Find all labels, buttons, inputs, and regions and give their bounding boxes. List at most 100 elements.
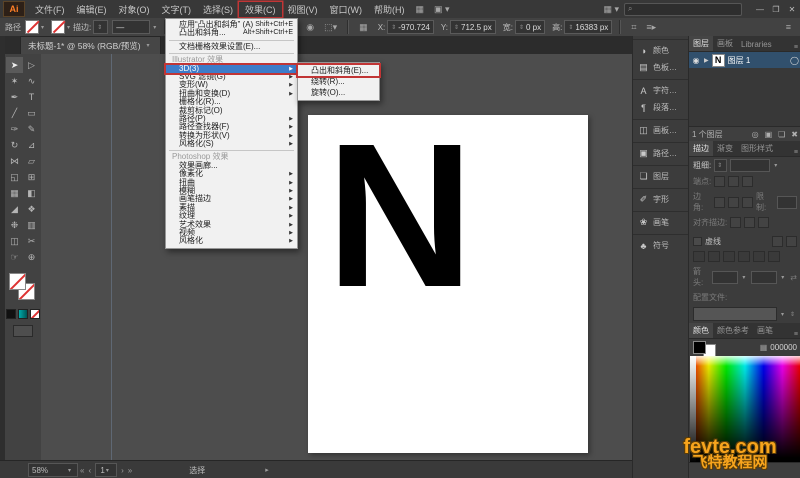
width-tool[interactable]: ⋈ [6,153,23,169]
stroke-panel-menu-icon[interactable]: ≡ [794,149,800,156]
dock-item-color[interactable]: ◑ 颜色 [633,39,689,59]
menu-object[interactable]: 对象(O) [113,2,156,17]
preferences-icon[interactable]: ⬚▾ [319,22,342,33]
menu-help[interactable]: 帮助(H) [368,2,411,17]
align-center-button[interactable] [730,217,742,228]
color-chip[interactable] [6,309,16,319]
effect-menu-item-1[interactable]: 凸出和斜角... Alt+Shift+Ctrl+E [166,28,297,37]
menu-select[interactable]: 选择(S) [197,2,239,17]
color-tab-2[interactable]: 画笔 [753,323,777,338]
minimize-button[interactable]: — [752,5,768,14]
dock-item-layers[interactable]: ❏ 图层 [633,165,689,185]
artboard[interactable]: N [308,101,588,453]
document-tab[interactable]: 未标题-1* @ 58% (RGB/预览) ▾ [20,36,161,54]
transform-field-value-1[interactable]: ⇕ 712.5 px [450,20,496,34]
layers-tab-0[interactable]: 图层 [689,36,713,51]
artboard-number-field[interactable]: 1 ▾ [95,463,118,477]
round-join-button[interactable] [728,196,740,208]
effect-menu-item-27[interactable]: 风格化 ▶ [166,236,297,245]
dock-item-pathfinder[interactable]: ▣ 路径… [633,142,689,162]
dashed-checkbox[interactable] [693,237,702,246]
submenu-item-1[interactable]: 绕转(R)... [298,76,379,87]
layers-panel-menu-icon[interactable]: ≡ [794,44,800,51]
effect-menu-item-3[interactable]: 文档栅格效果设置(E)... [166,42,297,51]
prev-artboard-icon[interactable]: ‹ [88,466,91,475]
bevel-join-button[interactable] [742,196,753,208]
align-icon[interactable]: ≡▸ [641,22,661,33]
dash-preset-2[interactable] [786,236,797,247]
expand-triangle-icon[interactable]: ▶ [704,57,709,64]
shape-builder-tool[interactable]: ◱ [6,169,23,185]
stroke-weight-field[interactable]: ⇕ [93,20,109,34]
vertical-guide[interactable] [111,54,112,460]
new-layer-icon[interactable]: ❏ [778,130,785,139]
miter-join-button[interactable] [714,196,726,208]
stroke-swatch[interactable] [51,20,66,34]
submenu-item-2[interactable]: 旋转(O)... [298,87,379,98]
gap-field[interactable] [768,251,780,262]
visibility-eye-icon[interactable]: ◉ [691,56,701,65]
close-button[interactable]: ✕ [784,5,800,14]
hand-tool[interactable]: ☞ [6,249,23,265]
align-inside-button[interactable] [744,217,756,228]
align-grid-icon[interactable]: ▦ [354,22,373,33]
butt-cap-button[interactable] [714,176,726,187]
weight-dropdown-icon[interactable]: ▾ [774,162,777,169]
lasso-tool[interactable]: ∿ [23,73,40,89]
layers-tab-2[interactable]: Libraries [737,38,776,51]
layer-thumbnail[interactable]: N [711,53,725,67]
weight-stepper[interactable]: ⇕ [714,159,728,172]
maximize-button[interactable]: ❐ [768,5,784,14]
eyedropper-tool[interactable]: ◢ [6,201,23,217]
profile-flip-icons[interactable]: ⇕ [790,311,795,318]
gap-field[interactable] [708,251,720,262]
menu-type[interactable]: 文字(T) [156,2,198,17]
rectangle-tool[interactable]: ▭ [23,105,40,121]
zoom-level-dropdown[interactable]: 58% ▾ [28,463,78,477]
transform-field-value-2[interactable]: ⇕ 0 px [514,20,546,34]
align-outside-button[interactable] [758,217,770,228]
arrow-start-dropdown[interactable] [712,270,739,284]
mesh-tool[interactable]: ▦ [6,185,23,201]
weight-dropdown[interactable] [730,159,771,172]
type-tool[interactable]: T [23,89,40,105]
effect-menu-item-15[interactable]: 风格化(S) ▶ [166,139,297,148]
direct-selection-tool[interactable]: ▷ [23,57,40,73]
swap-arrows-icon[interactable]: ⇄ [790,273,797,282]
gradient-tool[interactable]: ◧ [23,185,40,201]
dock-item-brushes[interactable]: ❀ 画笔 [633,211,689,231]
last-artboard-icon[interactable]: » [128,466,132,475]
stroke-dropdown-icon[interactable]: ▾ [67,24,70,31]
arrow-end-dropdown[interactable] [751,270,778,284]
menu-edit[interactable]: 编辑(E) [71,2,113,17]
search-input[interactable]: ⌕ [624,2,742,16]
slice-tool[interactable]: ✂ [23,233,40,249]
transform-field-value-3[interactable]: ⇕ 16383 px [564,20,613,34]
line-segment-tool[interactable]: ╱ [6,105,23,121]
scale-tool[interactable]: ⊿ [23,137,40,153]
projecting-cap-button[interactable] [742,176,754,187]
dash-field[interactable] [723,251,735,262]
draw-mode-button[interactable] [13,325,33,337]
locate-object-icon[interactable]: ◎ [752,130,759,139]
stroke-tab-2[interactable]: 图形样式 [737,141,777,156]
menu-effect[interactable]: 效果(C) [239,2,282,17]
pen-tool[interactable]: ✒ [6,89,23,105]
fill-dropdown-icon[interactable]: ▾ [41,24,44,31]
selection-tool[interactable]: ➤ [6,57,23,73]
clipping-mask-icon[interactable]: ▣ [765,130,773,139]
none-chip[interactable] [30,309,40,319]
layer-row[interactable]: ◉ ▶ N 图层 1 ◯ [689,52,800,68]
magic-wand-tool[interactable]: ✶ [6,73,23,89]
menu-view[interactable]: 视图(V) [282,2,324,17]
stroke-tab-1[interactable]: 渐变 [713,141,737,156]
color-panel-menu-icon[interactable]: ≡ [794,331,800,338]
dock-item-artboards[interactable]: ◫ 画板… [633,119,689,139]
fill-swatch[interactable] [25,20,39,34]
color-tab-1[interactable]: 颜色参考 [713,323,753,338]
dock-item-glyphs[interactable]: ✐ 字形 [633,188,689,208]
next-artboard-icon[interactable]: › [121,466,124,475]
stroke-tab-0[interactable]: 描边 [689,141,713,156]
profile-dropdown-icon[interactable]: ▾ [781,311,784,318]
blend-tool[interactable]: ❖ [23,201,40,217]
